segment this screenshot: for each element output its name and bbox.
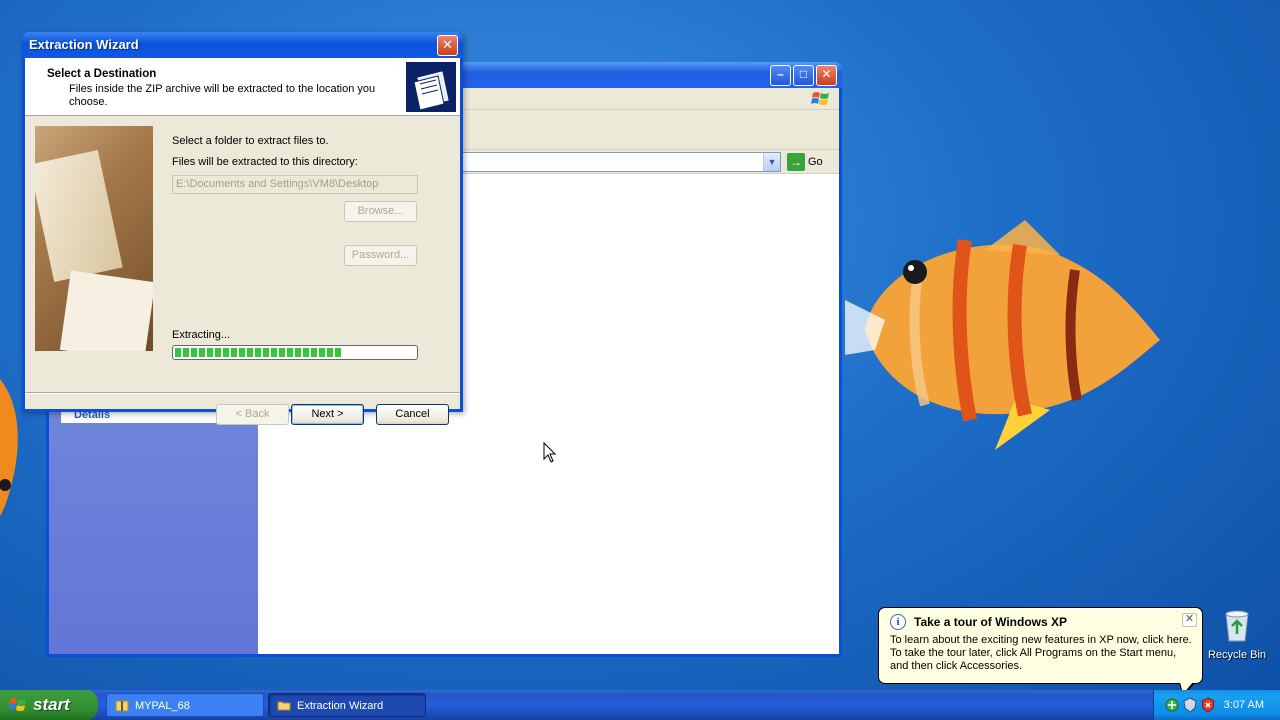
taskbar-item-mypal[interactable]: MYPAL_68 <box>106 693 264 717</box>
go-label: Go <box>808 156 823 168</box>
shield-alert-tray-icon[interactable] <box>1200 697 1216 713</box>
network-tray-icon[interactable] <box>1164 697 1180 713</box>
destination-path-field[interactable]: E:\Documents and Settings\VM8\Desktop <box>172 175 418 194</box>
wizard-divider <box>25 392 460 394</box>
wizard-title-bar[interactable]: Extraction Wizard <box>22 32 463 58</box>
wizard-header-title: Select a Destination <box>47 68 157 80</box>
cancel-button[interactable]: Cancel <box>376 404 449 425</box>
recycle-bin-label: Recycle Bin <box>1207 649 1267 661</box>
minimize-button[interactable]: – <box>770 65 791 86</box>
address-dropdown-icon[interactable]: ▼ <box>763 153 780 171</box>
zip-folder-icon <box>115 700 129 712</box>
browse-button[interactable]: Browse... <box>344 201 417 222</box>
taskbar-item-extraction-wizard[interactable]: Extraction Wizard <box>268 693 426 717</box>
recycle-bin-shortcut[interactable]: Recycle Bin <box>1204 608 1270 661</box>
balloon-title: Take a tour of Windows XP <box>914 615 1068 629</box>
start-label: start <box>33 695 70 714</box>
taskbar: start MYPAL_68 Extraction Wizard 3:07 AM <box>0 690 1280 720</box>
tour-notification-balloon[interactable]: i Take a tour of Windows XP To learn abo… <box>878 607 1203 697</box>
wizard-title: Extraction Wizard <box>29 37 139 52</box>
password-button[interactable]: Password... <box>344 245 417 266</box>
windows-flag-icon <box>811 92 829 105</box>
next-button[interactable]: Next > <box>291 404 364 425</box>
start-button[interactable]: start <box>0 690 98 720</box>
security-tray-icon[interactable] <box>1182 697 1198 713</box>
system-clock[interactable]: 3:07 AM <box>1224 690 1264 720</box>
extraction-progress-bar <box>172 345 418 360</box>
wizard-header-subtitle: Files inside the ZIP archive will be ext… <box>69 83 376 108</box>
extraction-wizard-dialog: Extraction Wizard ✕ Select a Destination… <box>22 32 463 425</box>
wizard-close-button[interactable]: ✕ <box>437 35 458 56</box>
balloon-close-button[interactable]: ✕ <box>1182 613 1197 627</box>
progress-fill <box>175 348 341 357</box>
windows-logo-icon <box>9 698 26 711</box>
maximize-button[interactable]: □ <box>793 65 814 86</box>
wizard-header: Select a Destination Files inside the ZI… <box>25 58 460 116</box>
taskbar-item-label: Extraction Wizard <box>297 700 384 712</box>
select-folder-label: Select a folder to extract files to. <box>172 135 329 147</box>
folder-icon <box>277 701 291 711</box>
wallpaper-fish <box>845 220 1160 450</box>
directory-label: Files will be extracted to this director… <box>172 156 358 168</box>
mouse-pointer-icon <box>543 442 557 463</box>
recycle-bin-icon <box>1225 610 1249 642</box>
info-icon: i <box>890 614 906 630</box>
taskbar-item-label: MYPAL_68 <box>135 700 190 712</box>
compressed-folder-icon <box>406 62 456 112</box>
go-button[interactable]: → Go <box>787 152 829 172</box>
go-arrow-icon: → <box>787 153 805 171</box>
system-tray: 3:07 AM <box>1153 690 1280 720</box>
explorer-close-button[interactable]: ✕ <box>816 65 837 86</box>
balloon-text[interactable]: To learn about the exciting new features… <box>890 634 1194 673</box>
wizard-side-image <box>35 126 153 351</box>
back-button[interactable]: < Back <box>216 404 289 425</box>
extracting-label: Extracting... <box>172 329 231 341</box>
